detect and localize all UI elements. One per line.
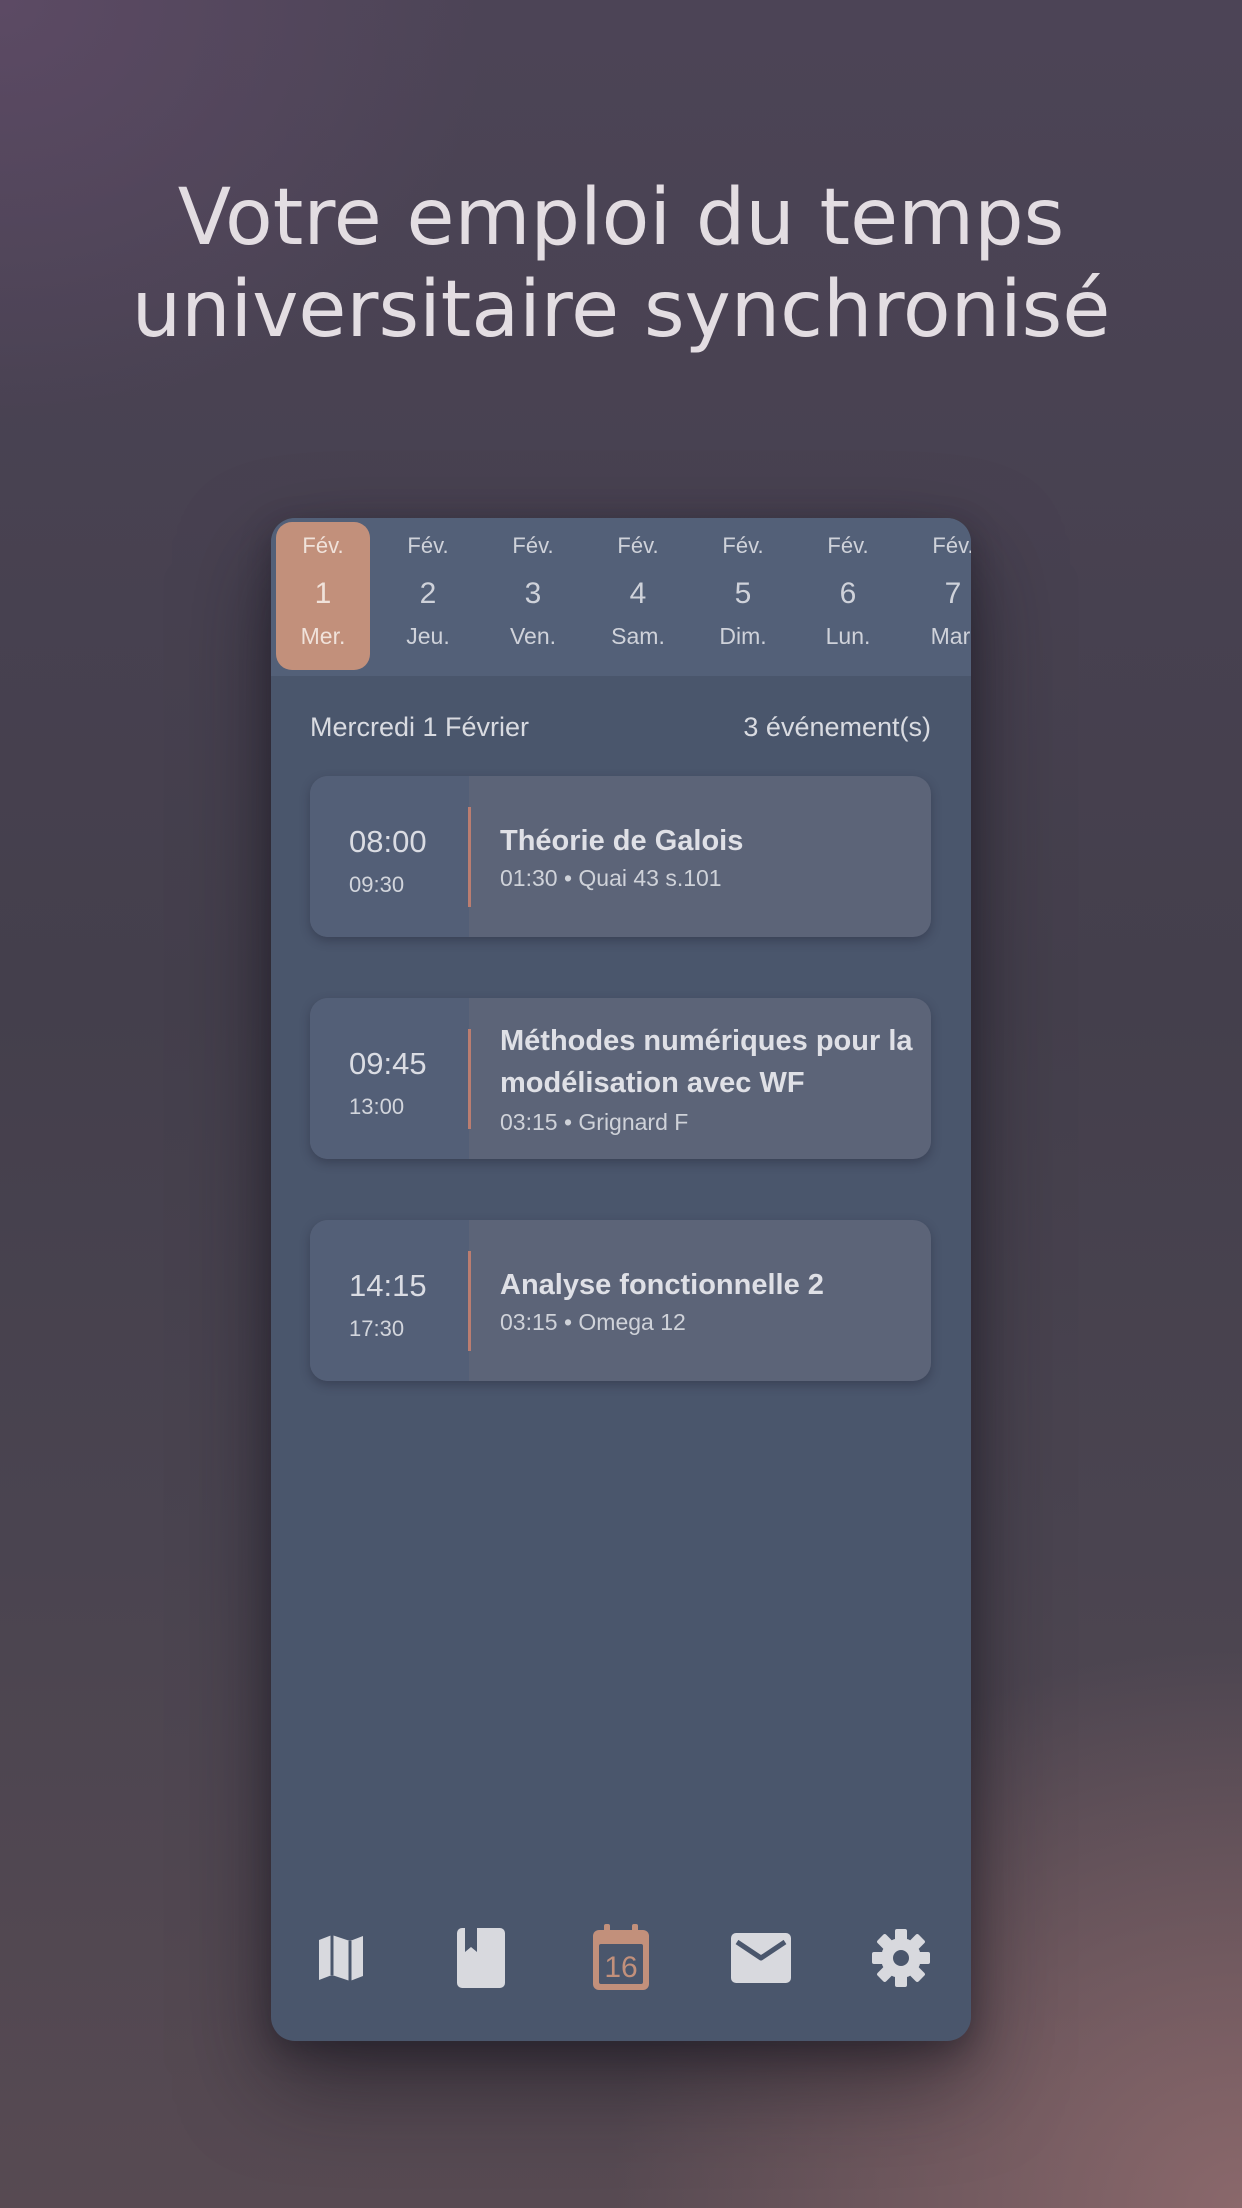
event-title: Théorie de Galois — [500, 825, 744, 857]
day-strip[interactable]: Fév. 1 Mer. Fév. 2 Jeu. Fév. 3 Ven. Fév.… — [271, 518, 971, 676]
day-weekday: Mer. — [300, 623, 346, 649]
gear-icon — [872, 1929, 930, 1987]
event-meta: 01:30 • Quai 43 s.101 — [500, 865, 722, 891]
day-month: Fév. — [617, 533, 659, 558]
day-number: 6 — [839, 577, 857, 610]
nav-book-button[interactable] — [431, 1908, 531, 2008]
mail-icon — [731, 1933, 791, 1983]
day-weekday: Ven. — [509, 623, 557, 649]
day-item-1[interactable]: Fév. 1 Mer. — [276, 522, 370, 670]
day-month: Fév. — [932, 533, 971, 558]
nav-mail-button[interactable] — [711, 1908, 811, 2008]
day-item-2[interactable]: Fév. 2 Jeu. — [381, 522, 475, 670]
nav-settings-button[interactable] — [851, 1908, 951, 2008]
event-end-time: 17:30 — [349, 1316, 405, 1341]
event-title: Méthodes numériques pour la modélisation… — [500, 1025, 913, 1099]
event-start-time: 08:00 — [349, 824, 427, 859]
event-accent-divider — [468, 1029, 471, 1129]
calendar-icon: 16 — [593, 1924, 649, 1990]
bottom-navigation: 16 — [271, 1908, 971, 2038]
day-month: Fév. — [512, 533, 554, 558]
day-weekday: Jeu. — [406, 623, 450, 649]
day-number: 4 — [629, 577, 647, 610]
hero-title-line-2: universitaire synchronisé — [131, 265, 1111, 355]
event-card[interactable]: 08:00 09:30 Théorie de Galois 01:30 • Qu… — [310, 776, 931, 937]
day-month: Fév. — [407, 533, 449, 558]
day-number: 2 — [419, 577, 437, 610]
day-weekday: Mar. — [930, 623, 971, 649]
nav-calendar-button[interactable]: 16 — [571, 1908, 671, 2008]
day-item-5[interactable]: Fév. 5 Dim. — [696, 522, 790, 670]
nav-map-button[interactable] — [291, 1908, 391, 2008]
hero-title: Votre emploi du temps universitaire sync… — [0, 172, 1242, 356]
day-weekday: Sam. — [611, 623, 665, 649]
event-count: 3 événement(s) — [743, 712, 931, 742]
day-item-3[interactable]: Fév. 3 Ven. — [486, 522, 580, 670]
event-accent-divider — [468, 1251, 471, 1351]
event-end-time: 13:00 — [349, 1094, 405, 1119]
day-number: 7 — [944, 577, 962, 610]
selected-date-title: Mercredi 1 Février — [310, 712, 530, 742]
day-month: Fév. — [302, 533, 344, 558]
day-month: Fév. — [722, 533, 764, 558]
event-meta: 03:15 • Omega 12 — [500, 1309, 686, 1335]
day-weekday: Lun. — [825, 623, 871, 649]
event-accent-divider — [468, 807, 471, 907]
book-icon — [457, 1928, 505, 1988]
calendar-icon-day: 16 — [604, 1951, 637, 1984]
day-number: 5 — [734, 577, 752, 610]
hero-title-line-1: Votre emploi du temps — [177, 173, 1065, 263]
day-number: 3 — [524, 577, 542, 610]
day-weekday: Dim. — [719, 623, 767, 649]
day-item-4[interactable]: Fév. 4 Sam. — [591, 522, 685, 670]
day-item-7[interactable]: Fév. 7 Mar. — [906, 522, 971, 670]
event-title: Analyse fonctionnelle 2 — [500, 1269, 824, 1301]
day-item-6[interactable]: Fév. 6 Lun. — [801, 522, 895, 670]
event-end-time: 09:30 — [349, 872, 405, 897]
map-icon — [319, 1935, 363, 1981]
event-start-time: 14:15 — [349, 1268, 427, 1303]
day-month: Fév. — [827, 533, 869, 558]
event-start-time: 09:45 — [349, 1046, 427, 1081]
event-card[interactable]: 09:45 13:00 Méthodes numériques pour la … — [310, 998, 931, 1159]
event-meta: 03:15 • Grignard F — [500, 1109, 689, 1135]
day-number: 1 — [314, 577, 332, 610]
event-card[interactable]: 14:15 17:30 Analyse fonctionnelle 2 03:1… — [310, 1220, 931, 1381]
phone-screen: Fév. 1 Mer. Fév. 2 Jeu. Fév. 3 Ven. Fév.… — [271, 518, 971, 2041]
